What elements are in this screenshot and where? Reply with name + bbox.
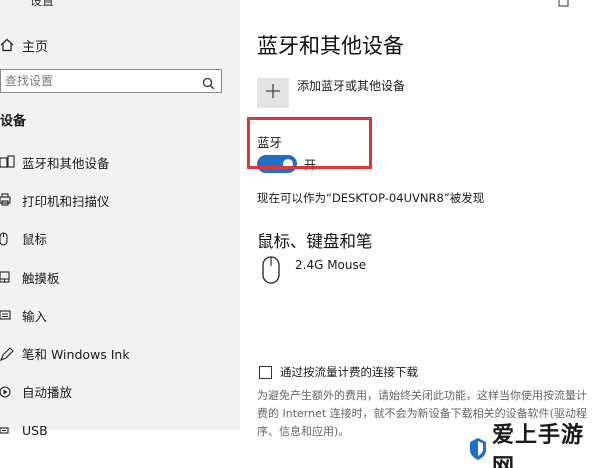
metered-checkbox-label[interactable]: 通过按流量计费的连接下载 bbox=[280, 364, 418, 380]
sidebar-item-typing[interactable]: 输入 bbox=[0, 296, 240, 334]
highlight-box bbox=[247, 117, 372, 169]
sidebar-item-pen[interactable]: 笔和 Windows Ink bbox=[0, 334, 240, 372]
printer-icon bbox=[0, 192, 16, 208]
watermark-text: 爱上手游网 bbox=[492, 423, 585, 468]
restore-window-icon[interactable] bbox=[556, 0, 572, 7]
search-input[interactable] bbox=[1, 71, 181, 91]
search-icon[interactable] bbox=[202, 75, 215, 90]
plus-icon bbox=[265, 83, 281, 103]
discoverable-text: 现在可以作为“DESKTOP-04UVNR8”被发现 bbox=[257, 191, 485, 205]
sidebar-item-label: 打印机和扫描仪 bbox=[22, 193, 110, 209]
mice-section-title: 鼠标、键盘和笔 bbox=[257, 232, 373, 251]
autoplay-icon bbox=[0, 384, 16, 400]
bluetooth-devices-icon bbox=[0, 154, 16, 170]
home-icon bbox=[0, 38, 14, 52]
sidebar-item-label: 输入 bbox=[22, 308, 48, 324]
sidebar-home-label: 主页 bbox=[22, 39, 49, 55]
pen-icon bbox=[0, 346, 16, 362]
sidebar-item-label: 触摸板 bbox=[22, 270, 60, 286]
device-name[interactable]: 2.4G Mouse bbox=[295, 258, 366, 272]
mouse-device-icon bbox=[262, 256, 280, 284]
main-panel: 蓝牙和其他设备 添加蓝牙或其他设备 蓝牙 开 现在可以作为“DESKTOP-04… bbox=[240, 0, 600, 468]
sidebar-item-mouse[interactable]: 鼠标 bbox=[0, 220, 240, 258]
touchpad-icon bbox=[0, 269, 16, 285]
keyboard-icon bbox=[0, 307, 16, 323]
window-title: 设置 bbox=[30, 0, 55, 8]
watermark: 爱上手游网 bbox=[468, 423, 600, 468]
sidebar-item-usb[interactable]: USB bbox=[0, 411, 240, 449]
usb-icon bbox=[0, 422, 16, 438]
sidebar-home[interactable]: 主页 bbox=[0, 34, 48, 56]
search-box[interactable] bbox=[0, 69, 222, 93]
sidebar-item-label: 鼠标 bbox=[22, 232, 48, 248]
sidebar-item-bluetooth[interactable]: 蓝牙和其他设备 bbox=[0, 143, 240, 181]
sidebar-section-title: 设备 bbox=[0, 114, 27, 129]
sidebar: 设置 主页 设备 蓝牙和其他设备 打印机和扫描仪 bbox=[0, 0, 240, 438]
mouse-icon bbox=[0, 231, 16, 247]
sidebar-item-autoplay[interactable]: 自动播放 bbox=[0, 373, 240, 411]
sidebar-item-printers[interactable]: 打印机和扫描仪 bbox=[0, 181, 240, 219]
sidebar-item-label: 笔和 Windows Ink bbox=[22, 347, 130, 363]
sidebar-nav: 蓝牙和其他设备 打印机和扫描仪 鼠标 触摸板 输入 笔和 Windows Ink… bbox=[0, 143, 240, 449]
sidebar-item-touchpad[interactable]: 触摸板 bbox=[0, 258, 240, 296]
sidebar-item-label: USB bbox=[22, 422, 48, 438]
metered-checkbox[interactable] bbox=[259, 366, 272, 379]
watermark-logo-icon bbox=[470, 438, 486, 460]
sidebar-item-label: 蓝牙和其他设备 bbox=[22, 155, 110, 171]
add-device-button[interactable] bbox=[257, 78, 289, 108]
add-device-label[interactable]: 添加蓝牙或其他设备 bbox=[297, 77, 405, 94]
page-title: 蓝牙和其他设备 bbox=[257, 34, 404, 58]
sidebar-item-label: 自动播放 bbox=[22, 385, 73, 401]
